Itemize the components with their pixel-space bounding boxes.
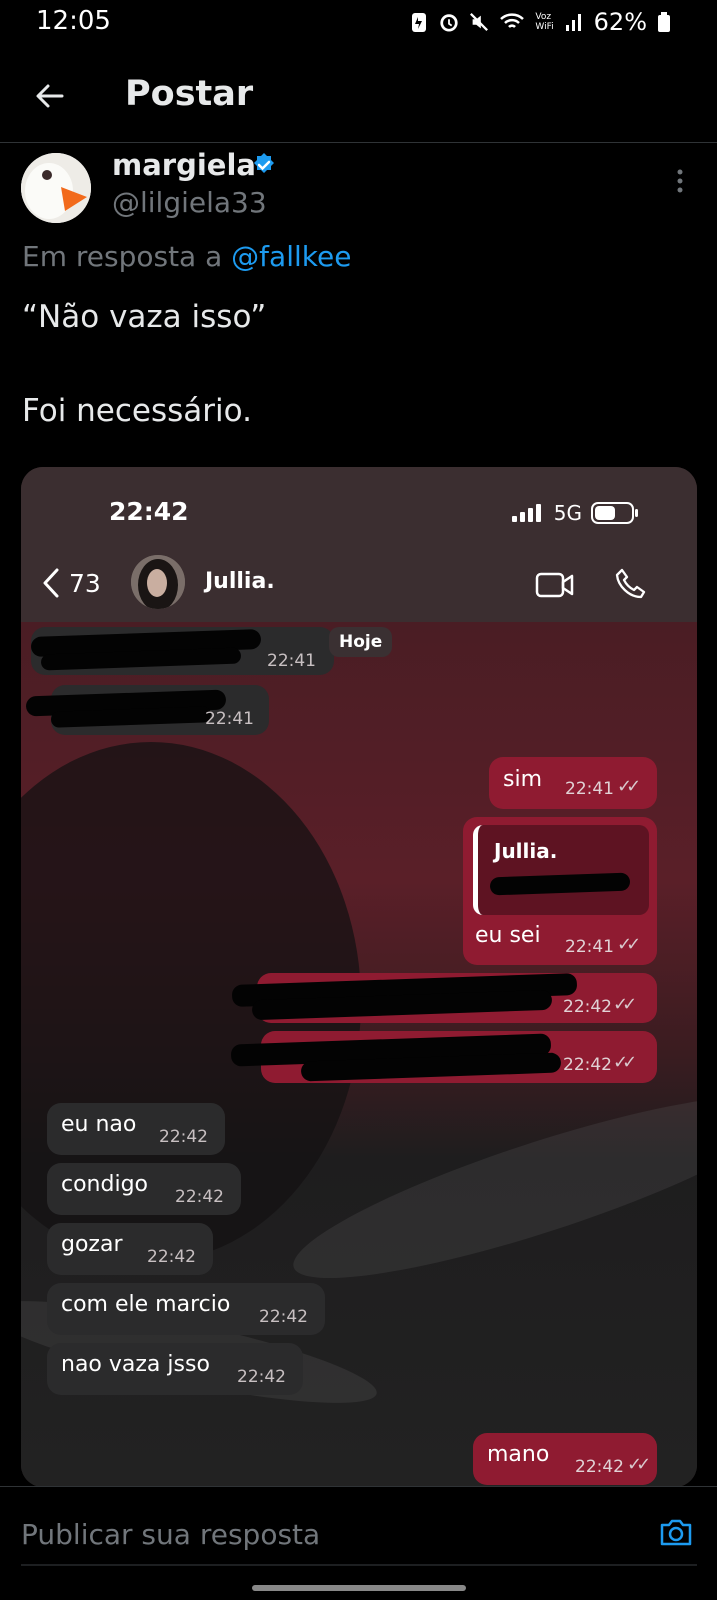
- message-time: 22:42: [147, 1247, 196, 1267]
- message-time: 22:41: [267, 651, 316, 671]
- arrow-left-icon: [36, 84, 64, 108]
- reply-prefix: Em resposta a: [22, 240, 232, 273]
- date-chip: Hoje: [329, 627, 393, 657]
- message-time: 22:41: [205, 709, 254, 729]
- read-receipt-icon: ✓✓: [617, 776, 641, 797]
- network-type: 5G: [553, 501, 582, 525]
- message-text: gozar: [61, 1232, 123, 1257]
- camera-icon[interactable]: [658, 1514, 694, 1550]
- home-indicator[interactable]: [252, 1585, 466, 1591]
- quoted-message: Jullia.: [473, 825, 649, 915]
- tweet-media-image[interactable]: 22:42 5G 73 Jullia. 22:41 Hoje 22:41 sim…: [21, 467, 697, 1487]
- battery-saver-icon: [412, 13, 427, 32]
- voz-wifi-indicator: Voz WiFi: [535, 12, 553, 32]
- back-button[interactable]: [30, 76, 70, 116]
- contact-name[interactable]: Jullia.: [205, 569, 275, 594]
- status-icons: Voz WiFi 62%: [409, 8, 671, 36]
- message-time: 22:42: [563, 1055, 612, 1075]
- message-time: 22:42: [159, 1127, 208, 1147]
- message-outgoing-reply[interactable]: Jullia. eu sei 22:41 ✓✓: [463, 817, 657, 965]
- message-text: eu nao: [61, 1112, 137, 1137]
- message-outgoing[interactable]: 22:42 ✓✓: [231, 972, 657, 1023]
- message-text: com ele marcio: [61, 1292, 231, 1317]
- message-time: 22:42: [175, 1187, 224, 1207]
- chat-status-icons: 5G: [511, 501, 639, 525]
- message-time: 22:41: [565, 779, 614, 799]
- message-incoming[interactable]: gozar 22:42: [47, 1223, 213, 1275]
- chat-back-button[interactable]: 73: [41, 567, 101, 599]
- voz-label: Voz: [535, 12, 552, 22]
- status-time: 12:05: [36, 6, 111, 36]
- more-options-icon[interactable]: [670, 166, 690, 196]
- author-handle[interactable]: @lilgiela33: [112, 186, 267, 219]
- read-receipt-icon: ✓✓: [613, 1052, 637, 1073]
- wifi-icon: [500, 13, 525, 28]
- message-text: sim: [503, 767, 543, 792]
- chat-header-area: [21, 467, 697, 622]
- reply-context: Em resposta a @fallkee: [22, 240, 351, 273]
- page-title: Postar: [125, 74, 254, 114]
- phone-call-icon[interactable]: [614, 567, 648, 601]
- header-divider: [0, 142, 717, 143]
- read-receipt-icon: ✓✓: [617, 934, 641, 955]
- contact-avatar[interactable]: [131, 555, 185, 609]
- contact-photo: [131, 555, 185, 609]
- chevron-left-icon: [43, 568, 59, 598]
- message-time: 22:42: [575, 1457, 624, 1477]
- reply-input[interactable]: Publicar sua resposta: [21, 1518, 621, 1551]
- reply-handle-link[interactable]: @fallkee: [231, 240, 351, 273]
- battery-percent: 62%: [593, 8, 647, 36]
- message-text: condigo: [61, 1172, 149, 1197]
- message-incoming[interactable]: 22:41: [25, 685, 269, 735]
- redaction-mark: [489, 872, 631, 896]
- message-time: 22:42: [563, 997, 612, 1017]
- phone-battery-icon: [591, 502, 638, 524]
- message-text: nao vaza jsso: [61, 1352, 210, 1377]
- message-incoming[interactable]: condigo 22:42: [47, 1163, 241, 1215]
- message-incoming[interactable]: nao vaza jsso 22:42: [47, 1343, 303, 1395]
- alarm-icon: [440, 14, 459, 32]
- author-name[interactable]: margiela: [112, 148, 256, 182]
- mute-icon: [470, 13, 489, 31]
- message-outgoing[interactable]: 22:42 ✓✓: [230, 1031, 657, 1083]
- wifi-label: WiFi: [535, 22, 554, 32]
- read-receipt-icon: ✓✓: [613, 994, 637, 1015]
- message-incoming[interactable]: 22:41: [30, 627, 334, 675]
- unread-count: 73: [69, 568, 101, 598]
- tweet-text: “Não vaza isso” Foi necessário.: [22, 299, 267, 429]
- reply-input-underline: [21, 1564, 697, 1566]
- video-call-icon[interactable]: [535, 571, 575, 599]
- message-time: 22:41: [565, 937, 614, 957]
- message-time: 22:42: [237, 1367, 286, 1387]
- message-time: 22:42: [259, 1307, 308, 1327]
- battery-icon: [658, 12, 670, 32]
- verified-badge-icon: [254, 153, 274, 173]
- message-outgoing[interactable]: mano 22:42 ✓✓: [473, 1433, 657, 1485]
- reply-divider: [0, 1486, 717, 1487]
- signal-icon: [565, 14, 581, 31]
- quoted-author: Jullia.: [494, 839, 558, 863]
- message-incoming[interactable]: eu nao 22:42: [47, 1103, 225, 1155]
- message-outgoing[interactable]: sim 22:41 ✓✓: [489, 757, 657, 809]
- chat-status-time: 22:42: [109, 497, 189, 526]
- message-text: eu sei: [475, 923, 541, 948]
- author-avatar[interactable]: [21, 153, 91, 223]
- message-text: mano: [487, 1442, 550, 1467]
- read-receipt-icon: ✓✓: [627, 1454, 651, 1475]
- penguin-avatar-image: [21, 153, 91, 223]
- cell-signal-icon: [511, 504, 541, 522]
- message-incoming[interactable]: com ele marcio 22:42: [47, 1283, 325, 1335]
